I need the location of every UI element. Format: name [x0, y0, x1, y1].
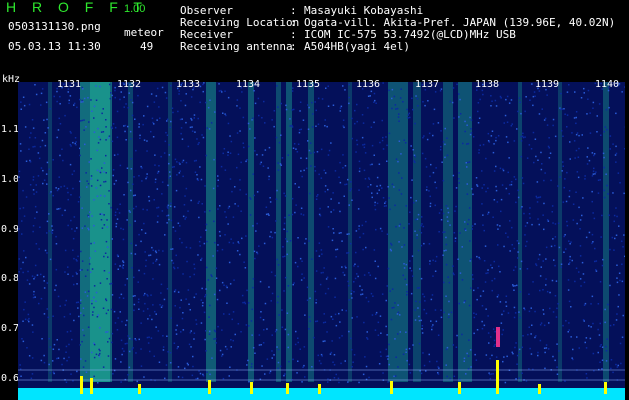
- minute-label-1131: 1131: [57, 79, 82, 90]
- minute-label-1137: 1137: [415, 79, 440, 90]
- antenna-value: A504HB(yagi 4el): [304, 40, 410, 53]
- minute-label-1139: 1139: [535, 79, 560, 90]
- echo-streak: [458, 82, 472, 382]
- meteor-spike: [208, 380, 211, 394]
- antenna-label: Receiving antenna: [180, 40, 293, 53]
- meteor-spike: [80, 376, 83, 394]
- meteor-label: meteor: [124, 26, 164, 39]
- meteor-spike: [496, 360, 499, 394]
- app-version: 1.00: [124, 3, 146, 15]
- echo-streak: [128, 82, 133, 382]
- meteor-count: 49: [140, 40, 154, 53]
- meteor-spike: [538, 384, 541, 394]
- echo-streak: [558, 82, 562, 382]
- minute-label-1138: 1138: [475, 79, 500, 90]
- echo-streak: [518, 82, 522, 382]
- baseline-strip: [18, 388, 625, 400]
- meteor-spike: [138, 384, 141, 394]
- minute-label-1140: 1140: [595, 79, 620, 90]
- y-tick-0-7: 0.7: [1, 323, 20, 334]
- minute-label-1132: 1132: [117, 79, 142, 90]
- antenna-sep: :: [290, 40, 297, 53]
- meteor-echo-highlight: [496, 327, 500, 347]
- echo-streak: [90, 82, 112, 382]
- file-name: 0503131130.png: [8, 20, 101, 33]
- minute-label-1134: 1134: [236, 79, 261, 90]
- meteor-spike: [318, 384, 321, 394]
- meteor-spike: [458, 382, 461, 394]
- meteor-spike: [286, 383, 289, 394]
- spectrogram-canvas: [18, 82, 625, 400]
- echo-streak: [388, 82, 408, 382]
- y-tick-0-9: 0.9: [1, 224, 20, 235]
- meteor-spike: [604, 382, 607, 394]
- minute-label-1133: 1133: [176, 79, 201, 90]
- meteor-spike: [90, 378, 93, 394]
- meteor-spike: [390, 381, 393, 394]
- y-tick-0-6: 0.6: [1, 373, 20, 384]
- echo-streak: [413, 82, 421, 382]
- minute-label-1136: 1136: [356, 79, 381, 90]
- y-tick-1-0: 1.0: [1, 174, 20, 185]
- y-tick-0-8: 0.8: [1, 273, 20, 284]
- echo-streak: [206, 82, 216, 382]
- meteor-spike: [250, 382, 253, 394]
- echo-streak: [348, 82, 352, 382]
- y-tick-1-1: 1.1: [1, 124, 20, 135]
- minute-label-1135: 1135: [296, 79, 321, 90]
- echo-streak: [276, 82, 281, 382]
- echo-streak: [248, 82, 254, 382]
- timestamp: 05.03.13 11:30: [8, 40, 101, 53]
- spectrogram-plot: [18, 82, 625, 400]
